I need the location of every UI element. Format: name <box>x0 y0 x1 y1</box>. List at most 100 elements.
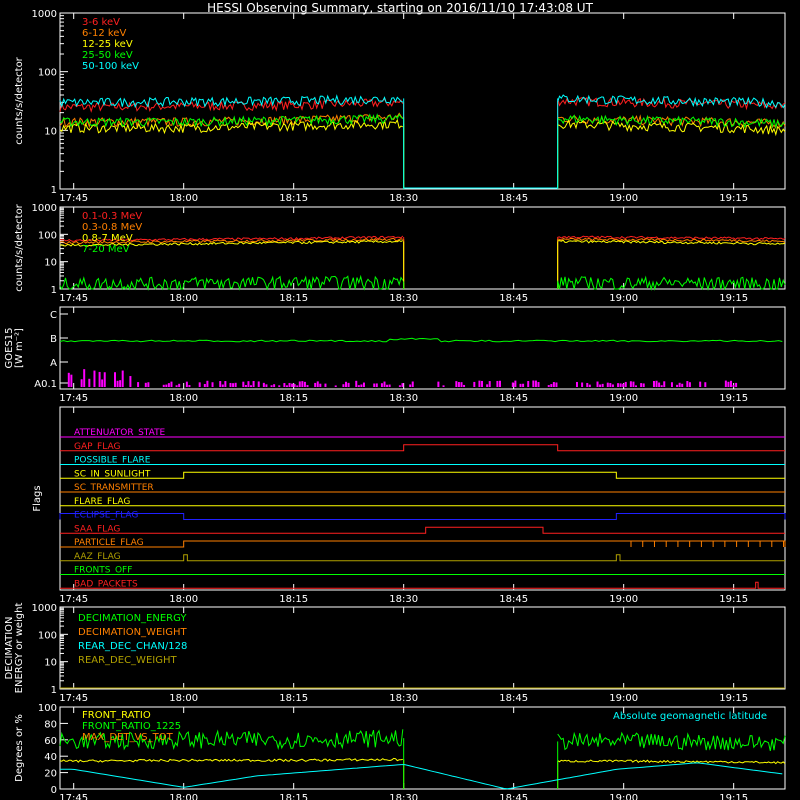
legend-entry: 25-50 keV <box>82 50 133 61</box>
y-tick-label: 1 <box>51 685 57 696</box>
legend-entry: DECIMATION_ENERGY <box>78 613 187 624</box>
legend-entry: 7-20 MeV <box>82 244 130 255</box>
x-tick-label: 19:00 <box>609 293 638 304</box>
x-tick-label: 19:15 <box>719 793 748 800</box>
y-axis-label: ENERGY or weight <box>14 603 25 694</box>
x-tick-label: 18:30 <box>389 193 418 204</box>
y-tick-label: 100 <box>38 230 57 241</box>
legend-entry: FRONT_RATIO <box>82 710 151 721</box>
x-tick-label: 19:00 <box>609 693 638 704</box>
x-tick-label: 18:15 <box>279 193 308 204</box>
x-tick-label: 18:15 <box>279 393 308 404</box>
legend-entry: MAX_DET_VS_TOT <box>82 732 174 743</box>
legend-entry: 50-100 keV <box>82 61 139 72</box>
x-tick-label: 17:45 <box>59 293 88 304</box>
legend-entry: REAR_DEC_CHAN/128 <box>78 641 187 652</box>
y-tick-label: 10 <box>44 258 57 269</box>
flag-line-aaz-flag <box>60 554 785 562</box>
y-tick-label: 60 <box>44 736 57 747</box>
x-tick-label: 18:00 <box>169 594 198 605</box>
x-tick-label: 17:45 <box>59 393 88 404</box>
x-tick-label: 19:15 <box>719 293 748 304</box>
series-line-7-20-mev <box>557 275 786 291</box>
x-tick-label: 18:15 <box>279 594 308 605</box>
y-tick-label: 100 <box>38 630 57 641</box>
x-tick-label: 18:00 <box>169 393 198 404</box>
y-axis-label: Degrees or % <box>14 714 25 782</box>
flag-line-gap-flag <box>60 444 785 452</box>
x-tick-label: 19:15 <box>719 393 748 404</box>
series-line-front-ratio <box>59 757 403 763</box>
y-tick-label: B <box>50 334 57 345</box>
series-line-0-1-0-3-mev <box>557 235 786 241</box>
x-tick-label: 18:15 <box>279 693 308 704</box>
y-tick-label: 1 <box>51 185 57 196</box>
series-line-50-100-kev <box>59 94 403 109</box>
flags-frame <box>59 406 786 591</box>
x-tick-label: 18:15 <box>279 793 308 800</box>
x-tick-label: 18:30 <box>389 793 418 800</box>
x-tick-label: 18:00 <box>169 293 198 304</box>
flag-label: ECLIPSE_FLAG <box>74 511 138 521</box>
x-tick-label: 18:00 <box>169 793 198 800</box>
x-tick-label: 17:45 <box>59 693 88 704</box>
y-tick-label: 1000 <box>32 9 57 20</box>
legend-entry: DECIMATION_WEIGHT <box>78 627 187 638</box>
flag-line-sc-in-sunlight <box>60 471 785 479</box>
legend-entry: 12-25 keV <box>82 39 133 50</box>
series-line-front-ratio <box>557 759 786 765</box>
y-axis-label: counts/s/detector <box>14 203 25 291</box>
flag-line-particle-flag <box>60 540 786 548</box>
legend-entry: 0.3-0.8 MeV <box>82 222 142 233</box>
x-tick-label: 19:15 <box>719 594 748 605</box>
x-tick-label: 18:45 <box>499 393 528 404</box>
flag-line-saa-flag <box>60 526 785 534</box>
series-line-7-20-mev <box>59 274 404 291</box>
x-tick-label: 18:45 <box>499 793 528 800</box>
x-tick-label: 18:00 <box>169 193 198 204</box>
x-tick-label: 18:45 <box>499 693 528 704</box>
y-tick-label: 100 <box>38 68 57 79</box>
legend-entry: 0.1-0.3 MeV <box>82 211 142 222</box>
x-tick-label: 18:45 <box>499 293 528 304</box>
chart-canvas: 17:45 18:00 18:15 18:30 18:45 19:00 19:1511010… <box>4 9 786 800</box>
lightcurves_high-frame <box>59 206 786 290</box>
y-tick-label: 10 <box>44 658 57 669</box>
series-line-goes-long <box>59 337 783 343</box>
y-tick-label: C <box>50 310 57 321</box>
y-tick-label: 0 <box>51 785 57 796</box>
goes-frame <box>59 306 786 390</box>
x-tick-label: 18:45 <box>499 594 528 605</box>
y-tick-label: A0.1 <box>34 379 57 390</box>
x-tick-label: 18:30 <box>389 594 418 605</box>
series-line-geomag-latitude <box>60 762 783 790</box>
legend-entry: 6-12 keV <box>82 28 126 39</box>
x-tick-label: 17:45 <box>59 793 88 800</box>
x-tick-label: 19:00 <box>609 793 638 800</box>
x-tick-label: 19:15 <box>719 693 748 704</box>
x-tick-label: 17:45 <box>59 193 88 204</box>
y-axis-label: counts/s/detector <box>14 56 25 144</box>
y-tick-label: A <box>50 358 57 369</box>
x-tick-label: 19:00 <box>609 594 638 605</box>
x-tick-label: 19:15 <box>719 193 748 204</box>
y-tick-label: 80 <box>44 719 57 730</box>
x-tick-label: 18:45 <box>499 193 528 204</box>
y-tick-label: 10 <box>44 126 57 137</box>
y-tick-label: 40 <box>44 752 57 763</box>
y-axis-label: Flags <box>32 485 43 511</box>
series-line-50-100-kev <box>557 94 786 109</box>
figure: HESSI Observing Summary, starting on 201… <box>0 0 800 800</box>
x-tick-label: 18:00 <box>169 693 198 704</box>
legend-entry: REAR_DEC_WEIGHT <box>78 655 177 666</box>
series-line-front-ratio-1225 <box>557 731 786 752</box>
y-tick-label: 1 <box>51 285 57 296</box>
x-tick-label: 18:30 <box>389 293 418 304</box>
y-tick-label: 1000 <box>32 603 57 614</box>
annotation-geomag: Absolute geomagnetic latitude <box>613 711 767 722</box>
flag-line-eclipse-flag <box>59 513 786 520</box>
x-tick-label: 17:45 <box>59 594 88 605</box>
y-tick-label: 20 <box>44 769 57 780</box>
legend-entry: FRONT_RATIO_1225 <box>82 721 181 732</box>
x-tick-label: 18:30 <box>389 693 418 704</box>
